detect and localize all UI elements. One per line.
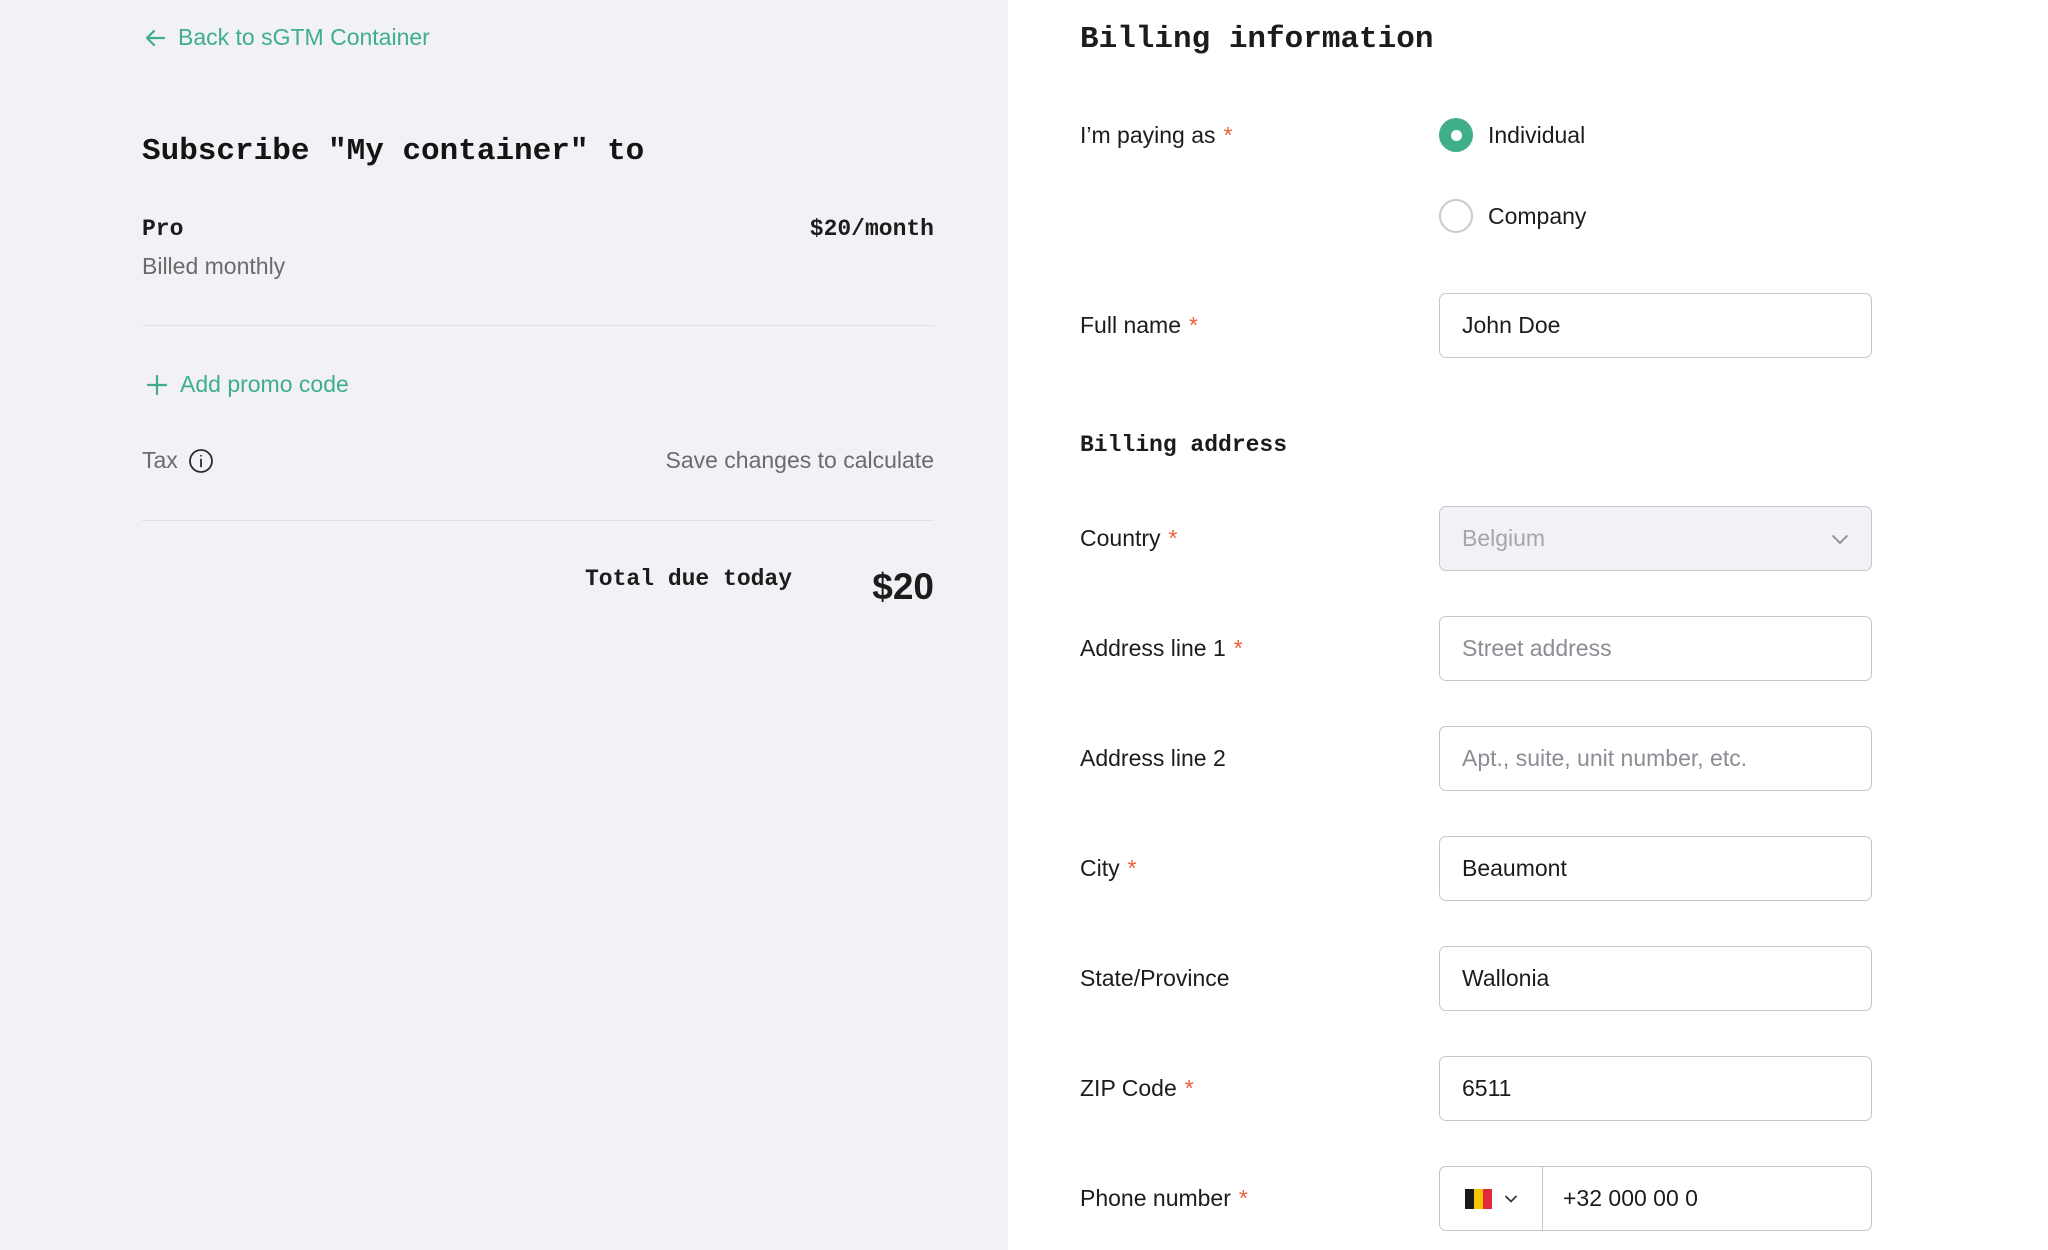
- radio-individual[interactable]: Individual: [1439, 118, 1585, 152]
- billing-title: Billing information: [1080, 22, 1434, 57]
- radio-unselected-icon: [1439, 199, 1473, 233]
- address-line-1-label: Address line 1 *: [1080, 635, 1243, 661]
- add-promo-code-button[interactable]: Add promo code: [146, 371, 349, 398]
- tax-value: Save changes to calculate: [665, 447, 934, 473]
- divider: [142, 520, 934, 521]
- radio-label: Company: [1488, 202, 1587, 229]
- full-name-input[interactable]: John Doe: [1439, 293, 1872, 358]
- back-link-label: Back to sGTM Container: [178, 24, 430, 50]
- plus-icon: [146, 374, 168, 395]
- country-label: Country *: [1080, 525, 1178, 551]
- total-due-label: Total due today: [585, 566, 793, 592]
- plan-billing-period: Billed monthly: [142, 253, 286, 279]
- radio-selected-icon: [1439, 118, 1473, 152]
- paying-as-label: I’m paying as *: [1080, 122, 1233, 148]
- country-value: Belgium: [1462, 525, 1546, 551]
- arrow-left-icon: [145, 29, 166, 46]
- chevron-down-icon: [1832, 534, 1848, 544]
- state-label: State/Province: [1080, 965, 1230, 991]
- back-link[interactable]: Back to sGTM Container: [144, 24, 430, 51]
- full-name-label: Full name *: [1080, 312, 1198, 338]
- plan-price: $20/month: [809, 216, 934, 242]
- order-summary-panel: Back to sGTM Container Subscribe "My con…: [0, 0, 1008, 1250]
- billing-form-panel: Billing information I’m paying as * Indiv…: [1008, 0, 2048, 1250]
- address-line-1-input[interactable]: Street address: [1439, 616, 1872, 681]
- plan-name: Pro: [142, 216, 184, 242]
- billing-address-heading: Billing address: [1080, 432, 1288, 458]
- phone-label: Phone number *: [1080, 1185, 1248, 1211]
- tax-label: Tax: [142, 447, 214, 474]
- belgium-flag-icon: [1464, 1188, 1492, 1209]
- phone-number-input[interactable]: +32 000 00 0: [1543, 1167, 1871, 1230]
- phone-field: +32 000 00 0: [1439, 1166, 1872, 1231]
- summary-title: Subscribe "My container" to: [142, 134, 645, 169]
- radio-company[interactable]: Company: [1439, 199, 1586, 233]
- zip-input[interactable]: 6511: [1439, 1056, 1872, 1121]
- city-input[interactable]: Beaumont: [1439, 836, 1872, 901]
- required-mark: *: [1223, 122, 1233, 148]
- address-line-2-label: Address line 2: [1080, 745, 1226, 771]
- checkout-page: Back to sGTM Container Subscribe "My con…: [0, 0, 2048, 1250]
- divider: [142, 325, 934, 326]
- tax-label-text: Tax: [142, 447, 178, 473]
- promo-link-label: Add promo code: [180, 371, 349, 397]
- country-select[interactable]: Belgium: [1439, 506, 1872, 571]
- country-code-select[interactable]: [1440, 1167, 1543, 1230]
- radio-label: Individual: [1488, 121, 1586, 148]
- chevron-down-icon: [1504, 1195, 1517, 1202]
- info-icon[interactable]: [188, 448, 214, 474]
- address-line-2-input[interactable]: Apt., suite, unit number, etc.: [1439, 726, 1872, 791]
- state-input[interactable]: Wallonia: [1439, 946, 1872, 1011]
- city-label: City *: [1080, 855, 1137, 881]
- zip-label: ZIP Code *: [1080, 1075, 1194, 1101]
- total-due-value: $20: [872, 566, 934, 607]
